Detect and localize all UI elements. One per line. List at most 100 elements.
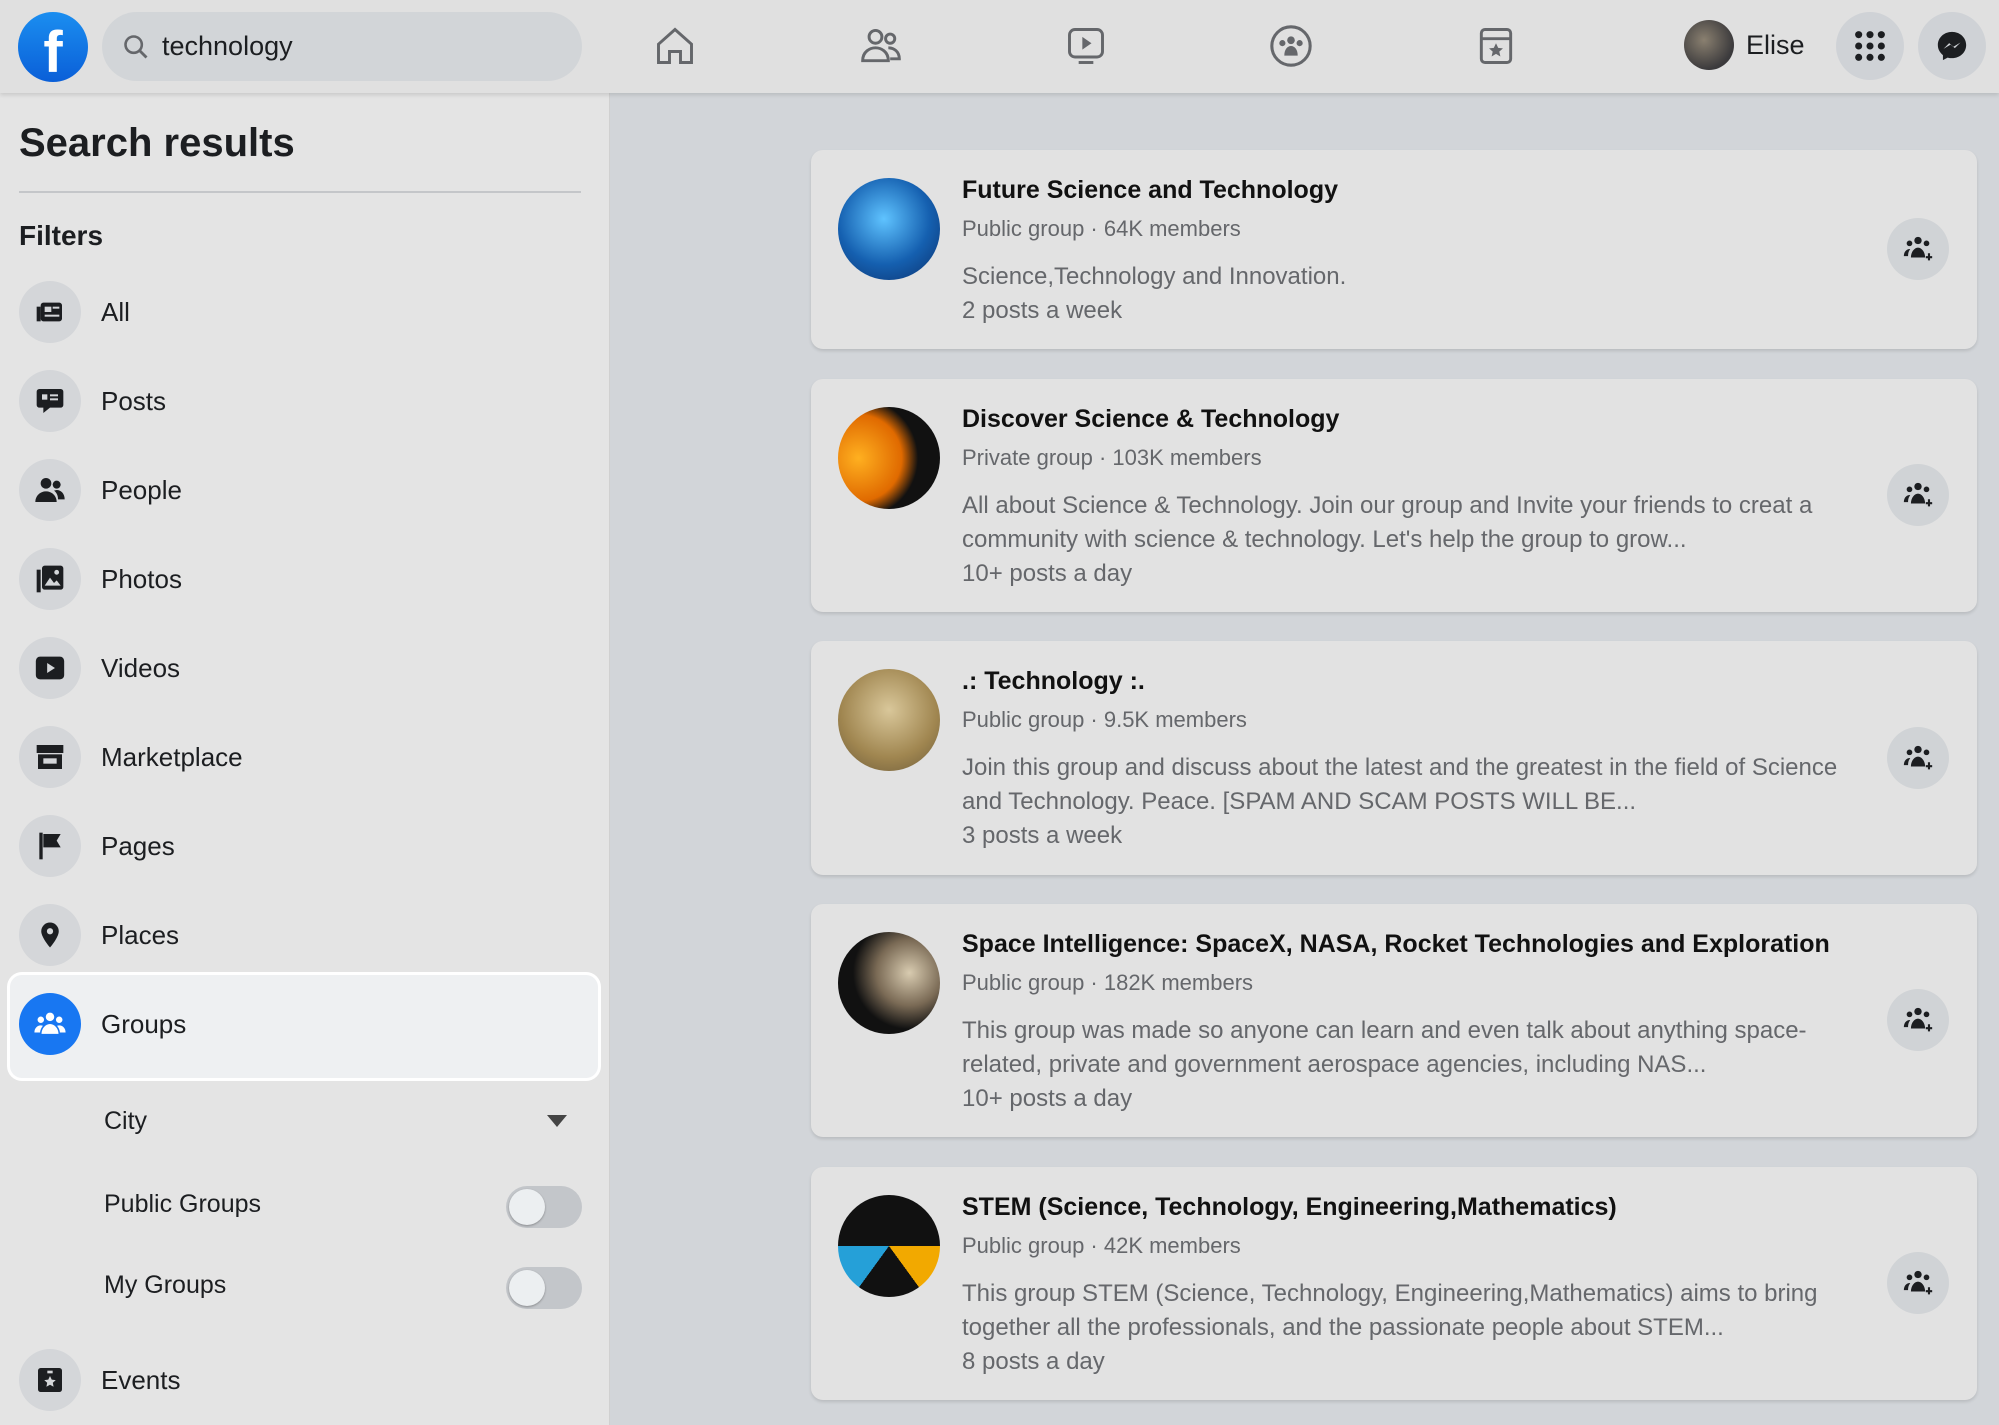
description-text: Join this group and discuss about the la…: [962, 754, 1838, 815]
group-description: Join this group and discuss about the la…: [962, 751, 1862, 853]
sidebar-item-videos[interactable]: Videos: [19, 637, 180, 699]
join-group-icon: [1903, 745, 1933, 770]
post-frequency: 3 posts a week: [962, 822, 1123, 849]
sidebar-item-label: People: [101, 474, 182, 505]
group-name[interactable]: Space Intelligence: SpaceX, NASA, Rocket…: [962, 930, 1830, 959]
search-input[interactable]: [162, 31, 542, 62]
join-group-icon: [1903, 482, 1933, 507]
group-name[interactable]: STEM (Science, Technology, Engineering,M…: [962, 1193, 1617, 1222]
location-pin-icon: [19, 904, 81, 966]
group-name[interactable]: Discover Science & Technology: [962, 405, 1339, 434]
group-meta: Public group · 64K members: [962, 216, 1241, 241]
join-group-icon: [1903, 1007, 1933, 1032]
top-bar: f Elise: [0, 0, 1999, 93]
search-box[interactable]: [102, 12, 582, 81]
facebook-logo[interactable]: f: [18, 12, 88, 82]
sidebar-item-label: Pages: [101, 830, 175, 861]
group-description: Science,Technology and Innovation. 2 post…: [962, 260, 1862, 328]
search-icon: [124, 34, 148, 58]
group-avatar[interactable]: [838, 669, 940, 771]
gaming-icon[interactable]: [1468, 18, 1524, 74]
friends-icon[interactable]: [853, 18, 909, 74]
sidebar-item-label: Marketplace: [101, 741, 243, 772]
group-avatar[interactable]: [838, 178, 940, 280]
join-group-button[interactable]: [1887, 727, 1949, 789]
description-text: Science,Technology and Innovation.: [962, 263, 1347, 290]
video-icon: [19, 637, 81, 699]
group-result-card[interactable]: Discover Science & Technology Private gr…: [811, 379, 1977, 612]
sidebar-item-marketplace[interactable]: Marketplace: [19, 726, 243, 788]
sidebar-item-photos[interactable]: Photos: [19, 548, 182, 610]
join-group-button[interactable]: [1887, 989, 1949, 1051]
my-groups-label: My Groups: [104, 1271, 227, 1299]
sidebar-item-label: Events: [101, 1364, 181, 1395]
group-name[interactable]: Future Science and Technology: [962, 176, 1338, 205]
sidebar-item-label: Groups: [101, 1008, 187, 1039]
join-group-icon: [1903, 1270, 1933, 1295]
watch-icon[interactable]: [1058, 18, 1114, 74]
sidebar-item-groups[interactable]: Groups: [19, 993, 186, 1055]
group-description: All about Science & Technology. Join our…: [962, 489, 1862, 591]
group-result-card[interactable]: Space Intelligence: SpaceX, NASA, Rocket…: [811, 904, 1977, 1137]
group-avatar[interactable]: [838, 407, 940, 509]
group-meta: Private group · 103K members: [962, 445, 1262, 470]
divider: [19, 191, 581, 193]
groups-icon[interactable]: [1263, 18, 1319, 74]
join-group-button[interactable]: [1887, 1252, 1949, 1314]
group-meta: Public group · 42K members: [962, 1233, 1241, 1258]
events-icon: [19, 1349, 81, 1411]
join-group-button[interactable]: [1887, 464, 1949, 526]
description-text: All about Science & Technology. Join our…: [962, 492, 1813, 553]
chevron-down-icon[interactable]: [546, 1114, 568, 1128]
home-icon[interactable]: [647, 18, 703, 74]
sidebar-item-posts[interactable]: Posts: [19, 370, 166, 432]
post-frequency: 10+ posts a day: [962, 560, 1133, 587]
group-description: This group STEM (Science, Technology, En…: [962, 1277, 1862, 1379]
avatar: [1684, 20, 1734, 70]
sidebar-item-label: Videos: [101, 652, 181, 683]
group-result-card[interactable]: Future Science and Technology Public gro…: [811, 150, 1977, 349]
posts-icon: [19, 370, 81, 432]
join-group-button[interactable]: [1887, 218, 1949, 280]
sidebar-item-pages[interactable]: Pages: [19, 815, 175, 877]
sidebar-item-people[interactable]: People: [19, 459, 182, 521]
sidebar-item-label: Places: [101, 919, 180, 950]
sidebar-item-places[interactable]: Places: [19, 904, 179, 966]
group-description: This group was made so anyone can learn …: [962, 1014, 1862, 1116]
group-result-card[interactable]: .: Technology :. Public group · 9.5K mem…: [811, 641, 1977, 875]
people-icon: [19, 459, 81, 521]
profile-button[interactable]: Elise: [1684, 20, 1805, 70]
group-name[interactable]: .: Technology :.: [962, 667, 1145, 696]
my-groups-toggle[interactable]: [506, 1267, 582, 1309]
grid-menu-icon[interactable]: [1836, 12, 1904, 80]
city-filter-label[interactable]: City: [104, 1107, 147, 1136]
post-frequency: 10+ posts a day: [962, 1085, 1133, 1112]
sidebar-item-label: Photos: [101, 563, 182, 594]
flag-icon: [19, 815, 81, 877]
description-text: This group STEM (Science, Technology, En…: [962, 1280, 1818, 1341]
photos-icon: [19, 548, 81, 610]
user-name: Elise: [1746, 29, 1805, 60]
feed-icon: [19, 281, 81, 343]
description-text: This group was made so anyone can learn …: [962, 1017, 1807, 1078]
sidebar: Search results Filters All Posts People …: [0, 93, 610, 1425]
group-avatar[interactable]: [838, 1195, 940, 1297]
sidebar-item-label: All: [101, 296, 130, 327]
public-groups-toggle[interactable]: [506, 1186, 582, 1228]
messenger-icon[interactable]: [1918, 12, 1986, 80]
public-groups-label: Public Groups: [104, 1190, 262, 1218]
page-title: Search results: [19, 121, 295, 165]
groups-icon: [19, 993, 81, 1055]
join-group-icon: [1903, 236, 1933, 261]
filters-heading: Filters: [19, 220, 104, 251]
marketplace-icon: [19, 726, 81, 788]
group-meta: Public group · 9.5K members: [962, 707, 1247, 732]
sidebar-item-all[interactable]: All: [19, 281, 130, 343]
group-avatar[interactable]: [838, 932, 940, 1034]
sidebar-item-label: Posts: [101, 385, 167, 416]
group-result-card[interactable]: STEM (Science, Technology, Engineering,M…: [811, 1167, 1977, 1400]
group-meta: Public group · 182K members: [962, 970, 1254, 995]
post-frequency: 2 posts a week: [962, 297, 1123, 324]
post-frequency: 8 posts a day: [962, 1348, 1105, 1375]
sidebar-item-events[interactable]: Events: [19, 1349, 181, 1411]
